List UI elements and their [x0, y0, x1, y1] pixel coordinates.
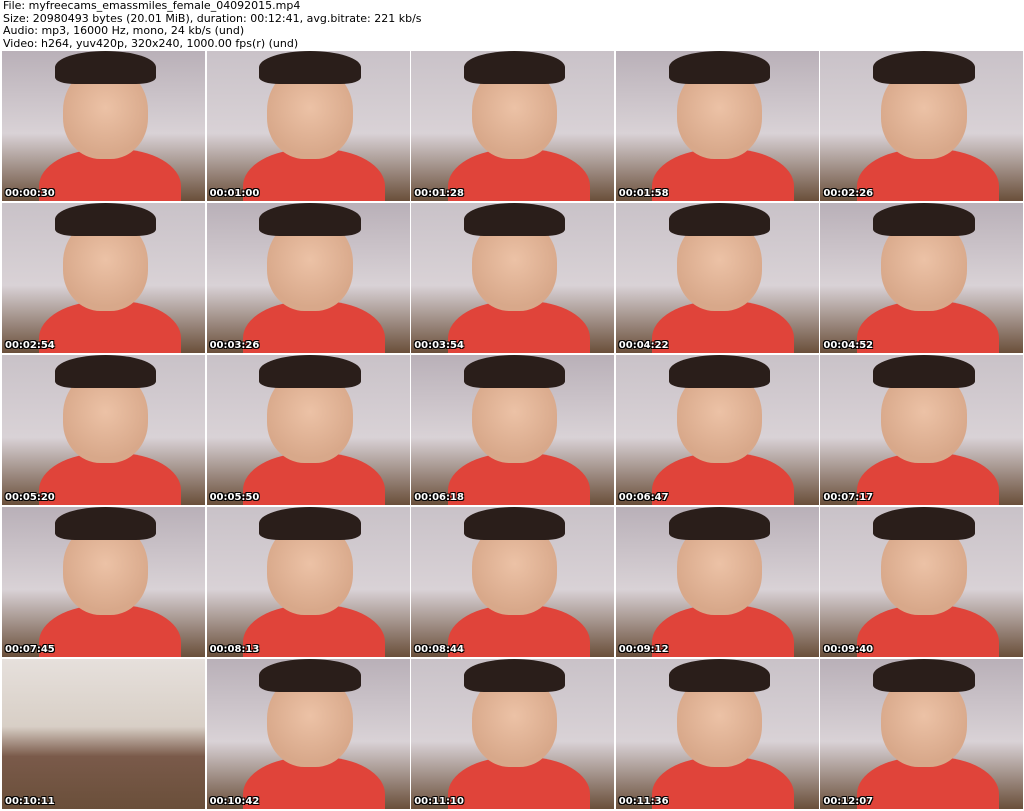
- hair-shape: [668, 659, 771, 692]
- timestamp-label: 00:09:12: [618, 644, 669, 655]
- timestamp-label: 00:02:26: [823, 188, 874, 199]
- timestamp-label: 00:01:28: [414, 188, 464, 199]
- timestamp-label: 00:00:30: [5, 188, 55, 199]
- timestamp-label: 00:03:26: [209, 340, 260, 351]
- hair-shape: [668, 507, 771, 540]
- video-thumbnail: 00:12:07: [820, 659, 1024, 809]
- timestamp-label: 00:10:42: [209, 796, 260, 807]
- hair-shape: [54, 507, 157, 540]
- hair-shape: [259, 659, 361, 692]
- hair-shape: [873, 355, 975, 388]
- video-thumbnail: 00:10:42: [206, 659, 410, 809]
- hair-shape: [463, 507, 566, 540]
- video-thumbnail: 00:11:10: [411, 659, 615, 809]
- video-thumbnail: 00:09:12: [615, 507, 819, 657]
- video-thumbnail: 00:11:36: [615, 659, 819, 809]
- video-thumbnail: 00:08:44: [411, 507, 615, 657]
- hair-shape: [259, 203, 361, 236]
- video-thumbnail: 00:10:11: [2, 659, 205, 809]
- file-name-line: File: myfreecams_emassmiles_female_04092…: [3, 0, 301, 12]
- video-thumbnail: 00:07:45: [2, 507, 205, 657]
- timestamp-label: 00:03:54: [414, 340, 464, 351]
- timestamp-label: 00:08:13: [209, 644, 260, 655]
- timestamp-label: 00:09:40: [823, 644, 874, 655]
- video-thumbnail: 00:03:26: [206, 203, 410, 353]
- hair-shape: [259, 51, 361, 84]
- hair-shape: [463, 355, 566, 388]
- timestamp-label: 00:08:44: [414, 644, 464, 655]
- timestamp-label: 00:06:18: [414, 492, 464, 503]
- hair-shape: [54, 51, 157, 84]
- timestamp-label: 00:02:54: [5, 340, 55, 351]
- hair-shape: [668, 203, 771, 236]
- timestamp-label: 00:11:10: [414, 796, 464, 807]
- video-thumbnail: 00:05:50: [206, 355, 410, 505]
- hair-shape: [54, 355, 157, 388]
- timestamp-label: 00:01:58: [618, 188, 669, 199]
- hair-shape: [259, 355, 361, 388]
- timestamp-label: 00:01:00: [209, 188, 260, 199]
- video-thumbnail: 00:03:54: [411, 203, 615, 353]
- timestamp-label: 00:12:07: [823, 796, 874, 807]
- video-thumbnail: 00:06:18: [411, 355, 615, 505]
- hair-shape: [873, 203, 975, 236]
- hair-shape: [668, 355, 771, 388]
- timestamp-label: 00:05:20: [5, 492, 55, 503]
- timestamp-label: 00:10:11: [5, 796, 55, 807]
- video-thumbnail: 00:04:52: [820, 203, 1024, 353]
- video-thumbnail: 00:08:13: [206, 507, 410, 657]
- hair-shape: [463, 51, 566, 84]
- thumbnail-grid: 00:00:30 00:01:00 00:01:28 00:01:58 00:02:26…: [0, 50, 1024, 810]
- video-thumbnail: 00:00:30: [2, 51, 205, 201]
- audio-line: Audio: mp3, 16000 Hz, mono, 24 kb/s (und…: [3, 24, 245, 37]
- timestamp-label: 00:07:17: [823, 492, 874, 503]
- hair-shape: [259, 507, 361, 540]
- file-info-header: File: myfreecams_emassmiles_female_04092…: [3, 0, 1021, 50]
- video-thumbnail: 00:06:47: [615, 355, 819, 505]
- timestamp-label: 00:04:52: [823, 340, 874, 351]
- timestamp-label: 00:05:50: [209, 492, 260, 503]
- timestamp-label: 00:11:36: [618, 796, 669, 807]
- timestamp-label: 00:06:47: [618, 492, 669, 503]
- thumbnail-background: [2, 659, 205, 809]
- hair-shape: [54, 203, 157, 236]
- hair-shape: [463, 203, 566, 236]
- video-thumbnail: 00:04:22: [615, 203, 819, 353]
- video-thumbnail: 00:02:54: [2, 203, 205, 353]
- video-thumbnail: 00:07:17: [820, 355, 1024, 505]
- video-line: Video: h264, yuv420p, 320x240, 1000.00 f…: [3, 36, 299, 50]
- video-thumbnail: 00:01:58: [615, 51, 819, 201]
- hair-shape: [668, 51, 771, 84]
- video-thumbnail: 00:01:28: [411, 51, 615, 201]
- hair-shape: [463, 659, 566, 692]
- hair-shape: [873, 51, 975, 84]
- video-thumbnail: 00:02:26: [820, 51, 1024, 201]
- video-thumbnail: 00:01:00: [206, 51, 410, 201]
- hair-shape: [873, 659, 975, 692]
- hair-shape: [873, 507, 975, 540]
- timestamp-label: 00:07:45: [5, 644, 55, 655]
- video-thumbnail: 00:05:20: [2, 355, 205, 505]
- video-thumbnail: 00:09:40: [820, 507, 1024, 657]
- timestamp-label: 00:04:22: [618, 340, 669, 351]
